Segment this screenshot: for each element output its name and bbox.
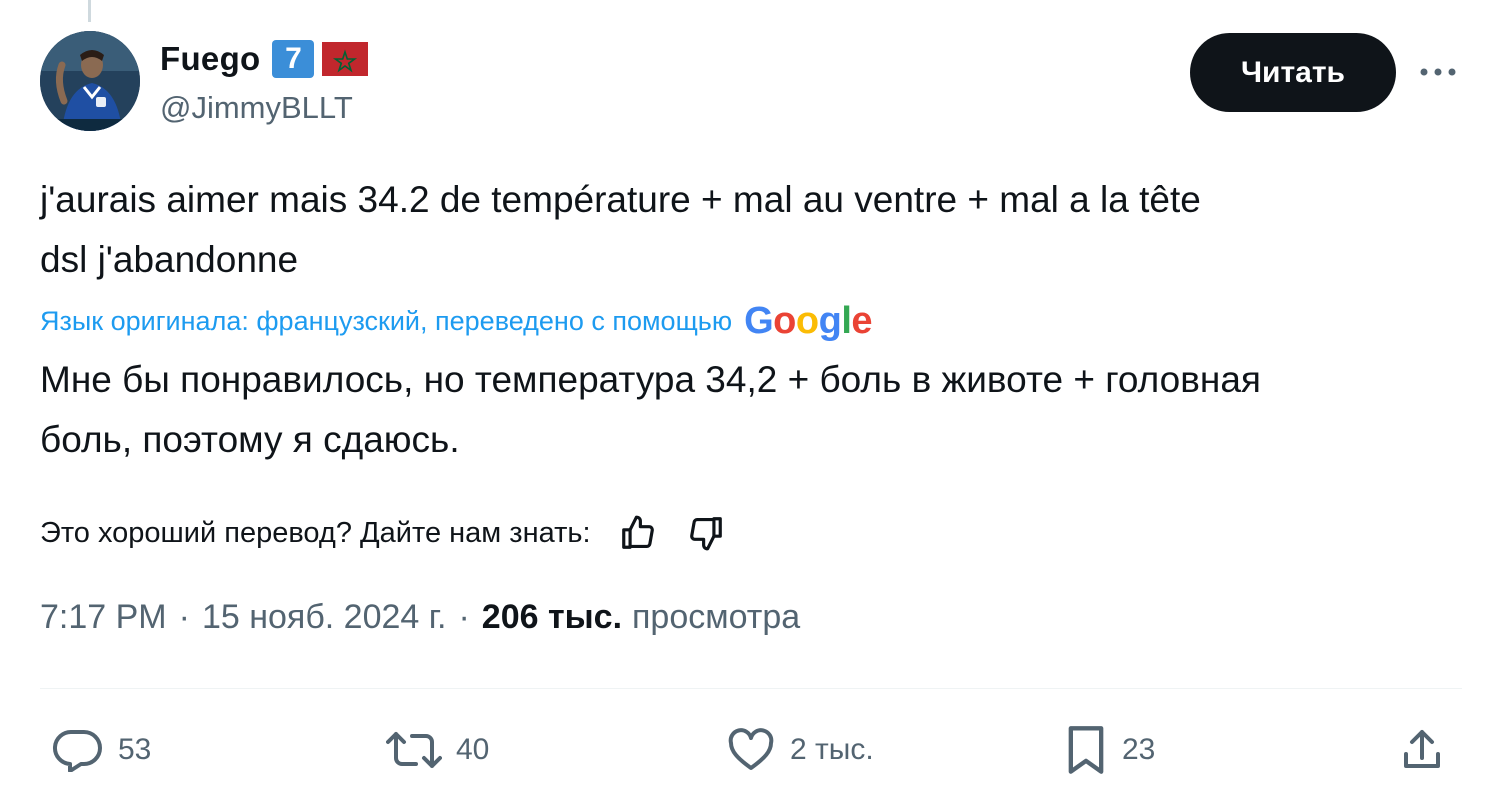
like-count: 2 тыс. bbox=[790, 733, 874, 766]
author-display-name[interactable]: Fuego bbox=[160, 40, 260, 78]
number-badge: 7 bbox=[272, 40, 315, 78]
avatar[interactable] bbox=[40, 31, 140, 131]
like-button[interactable]: 2 тыс. bbox=[726, 718, 874, 782]
reply-icon bbox=[53, 729, 102, 772]
google-logo-letter-e: e bbox=[851, 300, 873, 342]
translation-attribution: Язык оригинала: французский, переведено … bbox=[40, 300, 873, 343]
like-icon bbox=[728, 728, 774, 770]
views-count: 206 тыс. bbox=[481, 598, 623, 636]
share-icon bbox=[1404, 730, 1440, 768]
tweet-time[interactable]: 7:17 PM bbox=[40, 598, 167, 637]
avatar-image bbox=[40, 31, 140, 131]
tweet-meta: 7:17 PM · 15 нояб. 2024 г. · 206 тыс. пр… bbox=[40, 598, 800, 637]
more-icon[interactable] bbox=[1416, 52, 1460, 92]
retweet-count: 40 bbox=[456, 733, 490, 766]
follow-button[interactable]: Читать bbox=[1190, 33, 1396, 112]
bookmark-count: 23 bbox=[1122, 733, 1156, 766]
tweet-actions: 53 40 2 тыс. 23 bbox=[40, 718, 1462, 782]
views-label: просмотра bbox=[632, 598, 801, 636]
retweet-icon bbox=[386, 732, 442, 768]
meta-separator: · bbox=[178, 598, 190, 636]
share-button[interactable] bbox=[1400, 718, 1444, 782]
author-name-row: Fuego 7 bbox=[160, 40, 369, 78]
tweet-text: j'aurais aimer mais 34.2 de température … bbox=[40, 179, 1201, 280]
reply-button[interactable]: 53 bbox=[52, 718, 151, 782]
thumbs-down-icon[interactable] bbox=[685, 512, 727, 554]
google-logo-letter-o1: o bbox=[773, 300, 796, 342]
google-logo-letter-g2: g bbox=[818, 300, 842, 342]
divider bbox=[40, 688, 1462, 689]
thumbs-up-icon[interactable] bbox=[617, 512, 659, 554]
feedback-question: Это хороший перевод? Дайте нам знать: bbox=[40, 516, 591, 549]
reply-count: 53 bbox=[118, 733, 152, 766]
morocco-flag-icon bbox=[322, 42, 369, 76]
bookmark-icon bbox=[1068, 726, 1104, 774]
google-logo: Google bbox=[744, 300, 872, 343]
translation-note[interactable]: Язык оригинала: французский, переведено … bbox=[40, 306, 732, 337]
google-logo-letter-l: l bbox=[841, 300, 852, 342]
meta-separator: · bbox=[458, 598, 470, 636]
bookmark-button[interactable]: 23 bbox=[1064, 718, 1155, 782]
tweet-date[interactable]: 15 нояб. 2024 г. bbox=[202, 598, 447, 637]
translation-feedback: Это хороший перевод? Дайте нам знать: bbox=[40, 512, 727, 554]
google-logo-letter-g: G bbox=[744, 300, 774, 342]
author-handle[interactable]: @JimmyBLLT bbox=[160, 90, 353, 126]
retweet-button[interactable]: 40 bbox=[386, 718, 489, 782]
translated-text: Мне бы понравилось, но температура 34,2 … bbox=[40, 359, 1261, 460]
google-logo-letter-o2: o bbox=[795, 300, 819, 342]
thread-connector-line bbox=[88, 0, 91, 22]
